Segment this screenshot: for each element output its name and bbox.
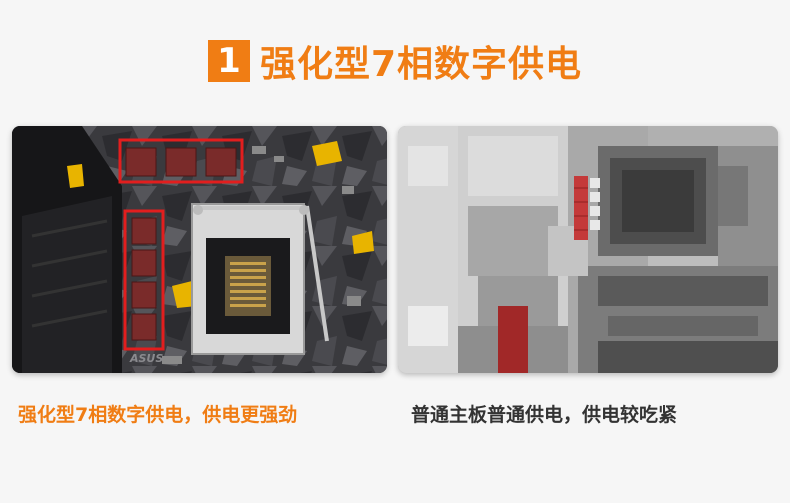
enhanced-power-caption: 强化型7相数字供电，供电更强劲 (18, 404, 298, 426)
asus-logo: ASUS (129, 352, 163, 365)
enhanced-board-illustration: ASUS (12, 126, 387, 373)
feature-title: 1 强化型7相数字供电 (0, 35, 790, 87)
ordinary-power-caption: 普通主板普通供电，供电较吃紧 (411, 404, 678, 426)
enhanced-board-photo: ASUS (12, 126, 387, 373)
feature-title-text: 强化型7相数字供电 (259, 44, 583, 85)
ordinary-board-illustration (398, 126, 778, 373)
feature-number-badge: 1 (207, 40, 250, 82)
ordinary-board-photo (398, 126, 778, 373)
